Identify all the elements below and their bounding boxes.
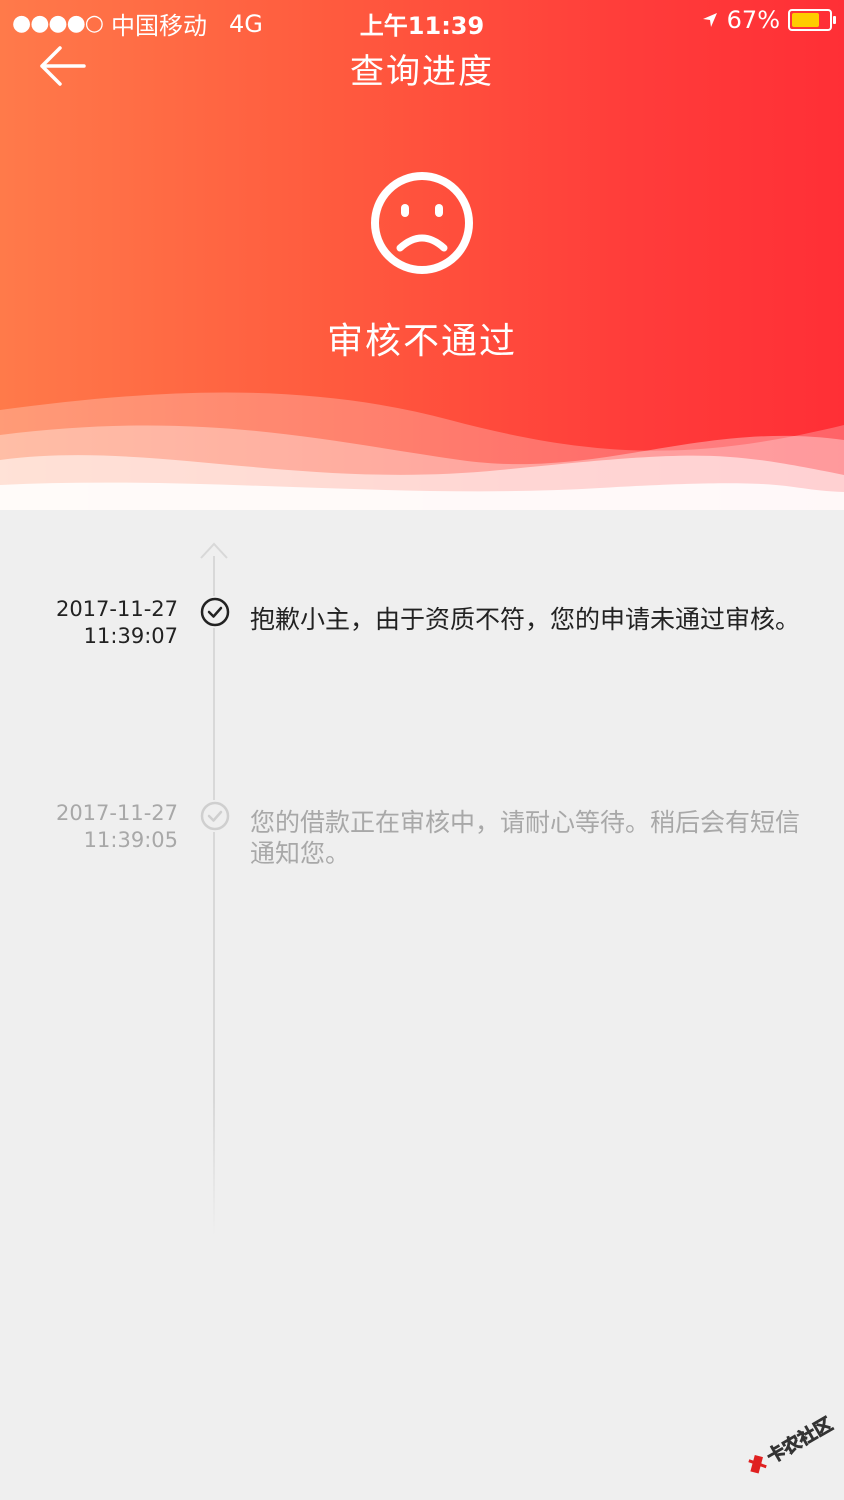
timeline-item-1-time: 11:39:07 (83, 624, 178, 648)
progress-page: ●●●●○ 中国移动 4G 上午11:39 67% 查询进度 审核不通过 201… (0, 0, 844, 1500)
timeline-item-1-timestamp: 2017-11-27 11:39:07 (8, 596, 178, 650)
check-circle-icon (199, 596, 231, 628)
check-circle-icon (199, 800, 231, 832)
timeline-item-1-date: 2017-11-27 (55, 597, 178, 621)
sad-face-icon (371, 172, 473, 274)
svg-text:卡农社区: 卡农社区 (763, 1413, 836, 1468)
wave-decoration (0, 392, 844, 510)
timeline-item-1-message: 抱歉小主，由于资质不符，您的申请未通过审核。 (250, 605, 801, 634)
status-bar: ●●●●○ 中国移动 4G 上午11:39 67% (0, 0, 844, 44)
battery-percent: 67% (726, 6, 780, 34)
timeline-item-2-date: 2017-11-27 (55, 801, 178, 825)
timeline-item-2-time: 11:39:05 (83, 828, 178, 852)
timeline-line (213, 556, 215, 1236)
review-result-title: 审核不通过 (326, 321, 517, 362)
timeline-item-2-timestamp: 2017-11-27 11:39:05 (8, 800, 178, 854)
timeline-item-2-message: 您的借款正在审核中，请耐心等待。稍后会有短信通知您。 (250, 808, 801, 868)
page-title: 查询进度 (350, 52, 494, 92)
timeline-up-arrow-icon (200, 542, 228, 559)
status-right: 67% (701, 6, 836, 34)
battery-icon (788, 9, 836, 31)
watermark-logo: 卡农社区 (748, 1413, 836, 1474)
location-arrow-icon (702, 13, 717, 27)
